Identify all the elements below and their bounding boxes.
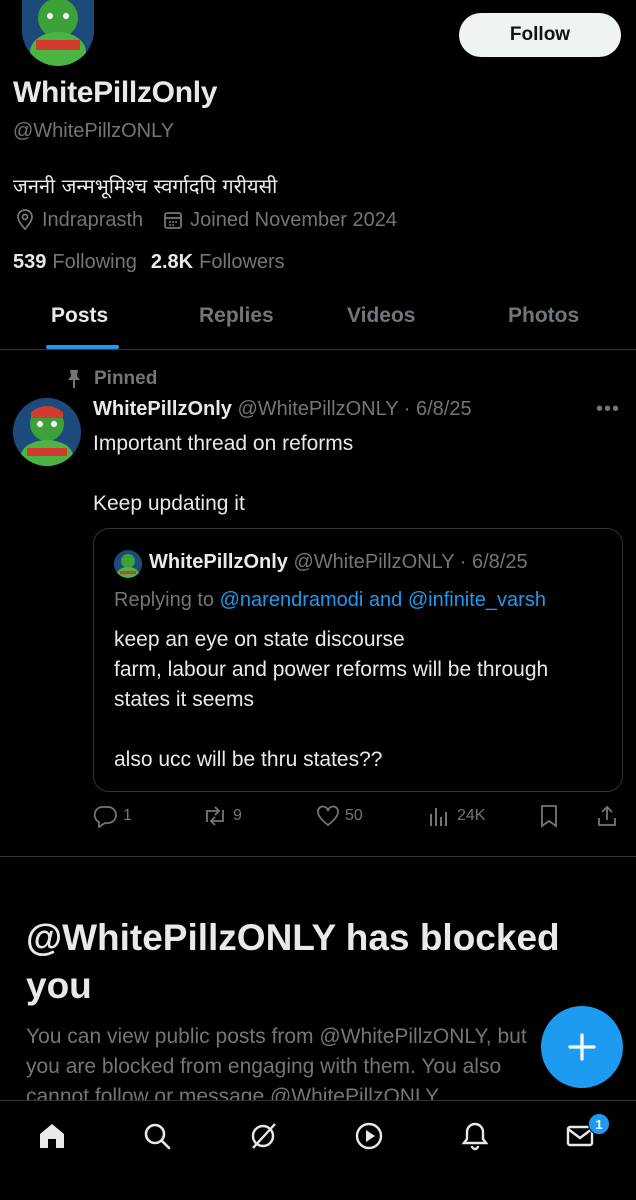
views-count: 24K (457, 807, 486, 824)
followers-label: Followers (199, 251, 285, 273)
blocked-title-line: you (26, 965, 92, 1006)
tab-posts[interactable]: Posts (51, 304, 108, 328)
quote-avatar (114, 550, 142, 578)
notifications-icon[interactable] (458, 1119, 492, 1153)
following-label: Following (52, 251, 137, 273)
tab-photos[interactable]: Photos (508, 304, 579, 328)
follow-button[interactable]: Follow (459, 13, 621, 57)
reply-icon (93, 806, 117, 828)
bookmark-icon (541, 805, 557, 828)
home-icon[interactable] (35, 1119, 69, 1153)
post-text-line: Keep updating it (93, 492, 245, 515)
repost-count: 9 (233, 807, 242, 824)
quote-text-line: keep an eye on state discourse (114, 628, 405, 651)
replying-mentions[interactable]: @narendramodi and @infinite_varsh (220, 589, 546, 611)
share-icon (598, 805, 616, 826)
profile-handle: @WhitePillzONLY (13, 120, 175, 142)
blocked-text-line: You can view public posts from @WhitePil… (26, 1025, 527, 1048)
blocked-title: @WhitePillzONLY has blocked you (26, 914, 606, 1010)
post-header: WhitePillzOnly @WhitePillzONLY · 6/8/25 (93, 398, 472, 421)
following-count: 539 (13, 251, 47, 273)
profile-tabs: Posts Replies Videos Photos (0, 296, 636, 350)
profile-counts: 539 Following 2.8K Followers (13, 251, 299, 274)
calendar-icon (161, 208, 185, 232)
tab-videos[interactable]: Videos (347, 304, 415, 328)
like-button[interactable]: 50 (315, 804, 363, 828)
active-tab-indicator (46, 345, 119, 349)
post-author[interactable]: WhitePillzOnly (93, 398, 232, 420)
quote-author: WhitePillzOnly (149, 551, 288, 573)
video-icon[interactable] (352, 1119, 386, 1153)
quote-replying-to: Replying to @narendramodi and @infinite_… (114, 589, 546, 612)
post-body: Important thread on reforms Keep updatin… (93, 429, 353, 519)
post-handle-date: @WhitePillzONLY · 6/8/25 (237, 398, 472, 420)
quote-text-line: states it seems (114, 688, 255, 711)
reply-button[interactable]: 1 (93, 804, 132, 828)
more-options-icon[interactable]: ••• (596, 398, 620, 421)
share-button[interactable] (595, 804, 623, 828)
blocked-text-line: you are blocked from engaging with them.… (26, 1055, 502, 1078)
views-icon (430, 808, 447, 826)
bookmark-button[interactable] (539, 804, 563, 828)
pinned-label: Pinned (94, 368, 158, 389)
grok-icon[interactable] (246, 1119, 280, 1153)
profile-bio: जननी जन्मभूमिश्च स्वर्गादपि गरीयसी (13, 174, 278, 198)
location-icon (13, 208, 37, 232)
pinned-indicator: Pinned (62, 368, 157, 390)
blocked-title-line: @WhitePillzONLY has blocked (26, 917, 560, 958)
repost-icon (206, 806, 224, 826)
quote-text-line: also ucc will be thru states?? (114, 748, 383, 771)
pin-icon (62, 369, 86, 389)
quoted-post[interactable]: WhitePillzOnly @WhitePillzONLY · 6/8/25 … (93, 528, 623, 792)
following-link[interactable]: 539 Following (13, 251, 137, 274)
quote-header: WhitePillzOnly @WhitePillzONLY · 6/8/25 (149, 551, 528, 574)
quote-body: keep an eye on state discourse farm, lab… (114, 625, 548, 775)
search-icon[interactable] (140, 1119, 174, 1153)
post-actions: 1 9 50 24K (93, 804, 623, 832)
profile-display-name: WhitePillzOnly (13, 76, 218, 109)
profile-avatar[interactable] (22, 0, 94, 66)
bottom-nav (0, 1100, 636, 1200)
plus-icon (568, 1033, 596, 1061)
repost-button[interactable]: 9 (201, 804, 242, 828)
profile-meta: Indraprasth Joined November 2024 (13, 208, 415, 232)
post-avatar[interactable] (13, 398, 81, 466)
compose-button[interactable] (541, 1006, 623, 1088)
followers-count: 2.8K (150, 251, 194, 273)
section-divider (0, 856, 636, 857)
replying-prefix: Replying to (114, 589, 215, 611)
profile-joined: Joined November 2024 (190, 208, 397, 231)
profile-location: Indraprasth (42, 208, 144, 231)
quote-text-line: farm, labour and power reforms will be t… (114, 658, 549, 681)
messages-badge: 1 (588, 1113, 610, 1135)
views-button[interactable]: 24K (427, 804, 485, 828)
post-text-line: Important thread on reforms (93, 432, 354, 455)
quote-handle-date: @WhitePillzONLY · 6/8/25 (293, 551, 528, 573)
blocked-description: You can view public posts from @WhitePil… (26, 1022, 546, 1112)
followers-link[interactable]: 2.8K Followers (151, 251, 285, 274)
reply-count: 1 (123, 807, 132, 824)
heart-icon (317, 805, 339, 827)
tab-replies[interactable]: Replies (199, 304, 274, 328)
like-count: 50 (345, 807, 363, 824)
